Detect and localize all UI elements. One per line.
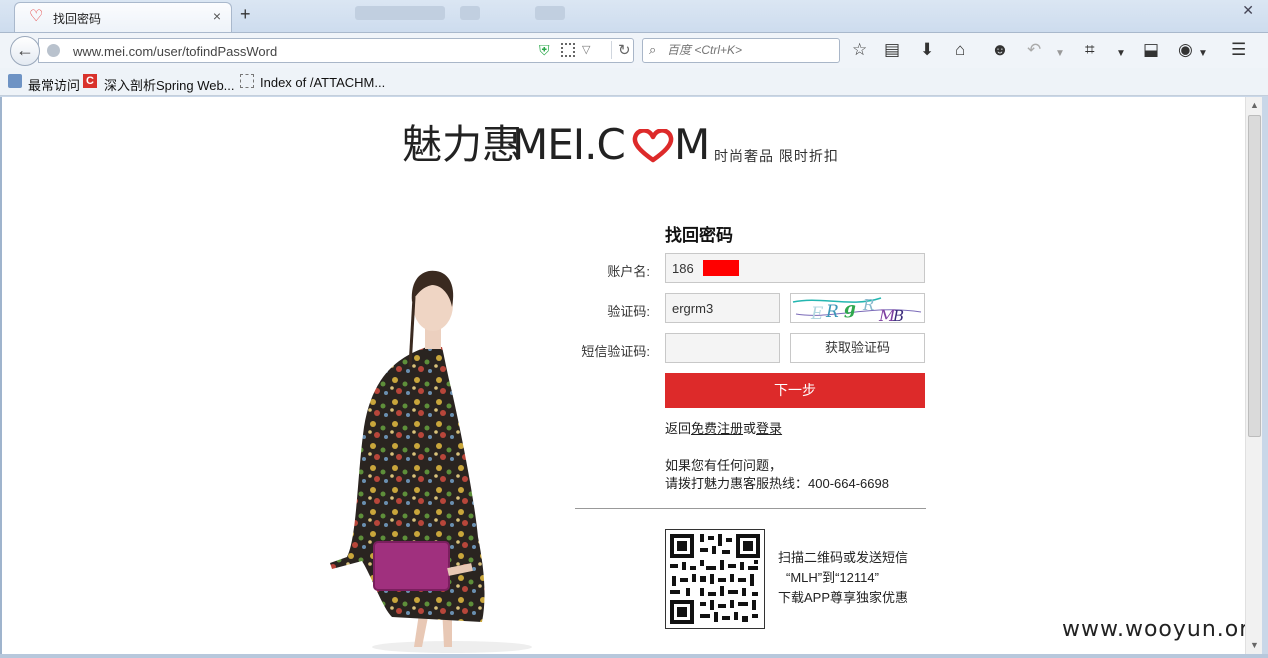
shield-icon[interactable]: ⛨ [539, 42, 550, 59]
return-links: 返回免费注册或登录 [665, 418, 782, 437]
scroll-up-icon[interactable]: ▲ [1250, 100, 1259, 110]
bookmarks-bar: 最常访问 C 深入剖析Spring Web... Index of /ATTAC… [0, 68, 1268, 96]
hotline-text: 请拨打魅力惠客服热线：400-664-6698 [665, 476, 889, 491]
globe-icon [47, 44, 60, 57]
undo-icon[interactable]: ↶ [1027, 41, 1041, 59]
login-link[interactable]: 登录 [756, 421, 782, 436]
save-icon[interactable]: ⬓ [1143, 41, 1159, 59]
navigation-bar: www.mei.com/user/tofindPassWord ⛨ ▽ ↻ ← … [0, 32, 1268, 68]
blurred-tab [535, 6, 565, 20]
home-icon[interactable]: ⌂ [955, 41, 965, 59]
svg-text:g: g [844, 299, 856, 319]
svg-text:R: R [862, 296, 874, 314]
chat-icon[interactable]: ☻ [991, 41, 1009, 59]
account-label: 账户名: [607, 264, 650, 279]
window-edge-bottom [0, 654, 1268, 658]
qrcode-icon[interactable] [561, 43, 575, 57]
reload-icon[interactable]: ↻ [611, 41, 631, 59]
watermark: www.wooyun.org [1062, 617, 1245, 642]
heart-logo-icon [632, 129, 674, 163]
model-photo [330, 270, 532, 653]
captcha-image[interactable]: E R g R M B [790, 293, 925, 323]
qr-caption-line3: 下载APP尊享独家优惠 [778, 590, 909, 605]
close-tab-icon[interactable]: × [213, 8, 221, 24]
bookmark-star-icon[interactable]: ☆ [852, 41, 867, 59]
get-sms-code-button[interactable]: 获取验证码 [790, 333, 925, 363]
svg-text:B: B [892, 307, 904, 323]
svg-text:R: R [825, 302, 839, 322]
tab-active[interactable]: ♡ 找回密码 × [14, 2, 232, 32]
menu-icon[interactable]: ☰ [1231, 41, 1246, 59]
crop-icon[interactable]: ⌗ [1085, 41, 1095, 59]
captcha-label: 验证码: [607, 304, 650, 319]
bookmark-folder-icon [8, 74, 22, 88]
blurred-tab [355, 6, 445, 20]
chevron-down-icon[interactable]: ▽ [582, 43, 590, 56]
captcha-graphic: E R g R M B [792, 296, 922, 323]
vertical-scrollbar[interactable]: ▲ ▼ [1245, 97, 1262, 654]
sms-code-input[interactable] [665, 333, 780, 363]
redaction-mark [703, 260, 739, 276]
window-close-icon[interactable]: ✕ [1242, 2, 1254, 19]
blurred-tab [460, 6, 480, 20]
tab-title: 找回密码 [53, 12, 102, 26]
scrollbar-thumb[interactable] [1248, 115, 1261, 437]
url-text[interactable]: www.mei.com/user/tofindPassWord [73, 44, 277, 59]
return-or: 或 [743, 421, 757, 436]
bookmark-c-icon: C [83, 74, 97, 88]
tab-strip: ♡ 找回密码 × + ✕ [0, 0, 1268, 32]
reading-list-icon[interactable]: ▤ [884, 41, 900, 59]
help-text: 如果您有任何问题， [665, 458, 783, 473]
bookmark-item[interactable]: Index of /ATTACHM... [260, 75, 385, 90]
download-icon[interactable]: ⬇ [920, 41, 934, 59]
chevron-down-icon[interactable]: ▼ [1055, 45, 1065, 63]
addon-icon[interactable]: ◉ [1178, 41, 1193, 59]
page-icon [240, 74, 254, 88]
sms-code-label: 短信验证码: [581, 344, 650, 359]
qr-caption-line2: “MLH”到“12114” [786, 570, 879, 585]
search-bar[interactable]: ⌕ [642, 38, 840, 63]
qrcode-graphic [670, 534, 760, 624]
return-prefix: 返回 [665, 421, 692, 436]
logo-chinese: 魅力惠 [402, 122, 522, 168]
logo-english-end: M [674, 120, 711, 169]
divider [575, 508, 926, 509]
app-qr-code [665, 529, 765, 629]
next-step-button[interactable]: 下一步 [665, 373, 925, 408]
page-viewport: 魅力惠 MEI.C M 时尚奢品 限时折扣 找回密码 账户名: 186 98 验… [2, 97, 1245, 654]
bookmark-item[interactable]: 最常访问 [28, 75, 80, 94]
heart-icon: ♡ [29, 8, 44, 25]
chevron-down-icon[interactable]: ▼ [1116, 45, 1126, 63]
search-input[interactable] [667, 43, 835, 57]
form-title: 找回密码 [665, 226, 733, 245]
logo-english: MEI.C [512, 120, 626, 169]
chevron-down-icon[interactable]: ▼ [1198, 45, 1208, 63]
captcha-input[interactable] [665, 293, 780, 323]
bookmark-item[interactable]: 深入剖析Spring Web... [104, 75, 235, 94]
svg-text:E: E [810, 304, 824, 323]
qr-caption-line1: 扫描二维码或发送短信 [778, 550, 909, 565]
scroll-down-icon[interactable]: ▼ [1250, 640, 1259, 650]
back-button[interactable]: ← [10, 36, 40, 66]
new-tab-button[interactable]: + [240, 5, 251, 23]
search-icon: ⌕ [649, 42, 657, 57]
slogan: 时尚奢品 限时折扣 [714, 148, 839, 164]
register-link[interactable]: 免费注册 [691, 421, 743, 436]
url-bar[interactable]: www.mei.com/user/tofindPassWord ⛨ ▽ ↻ [38, 38, 634, 63]
